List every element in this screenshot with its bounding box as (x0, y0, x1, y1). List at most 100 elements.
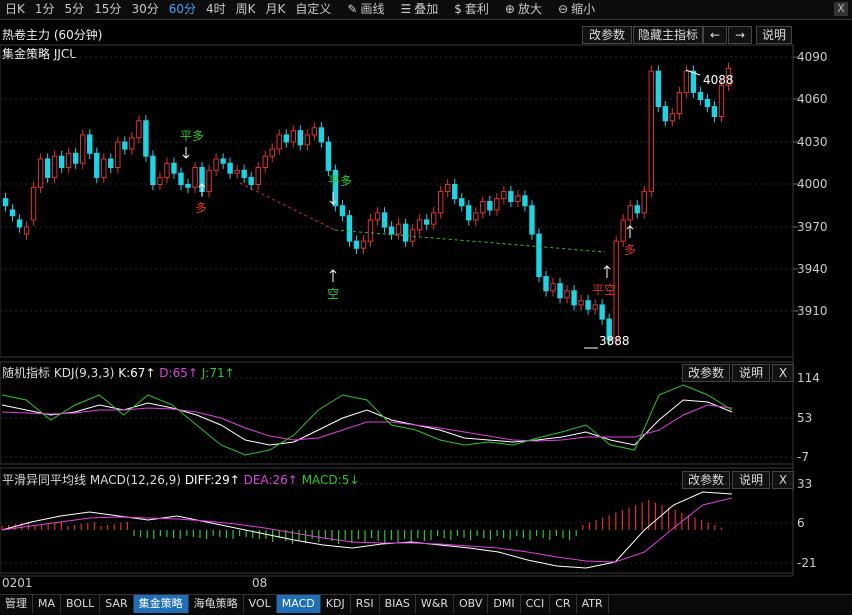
indicator-tab-2[interactable]: BOLL (61, 595, 101, 613)
kdj-title: 随机指标 (2, 366, 51, 380)
y-tick-label: 4090 (797, 50, 828, 64)
candle-body (178, 172, 184, 186)
trend-line-red (239, 182, 336, 231)
candle-body (73, 152, 79, 164)
indicator-tab-7[interactable]: MACD (276, 595, 321, 613)
kdj-j-value: J:71↑ (201, 366, 235, 380)
candle-body (515, 195, 521, 202)
candle-body (339, 205, 346, 217)
indicator-tab-15[interactable]: CR (550, 595, 577, 613)
candle-body (627, 205, 633, 221)
macd-header: 平滑异同平均线 MACD(12,26,9) DIFF:29↑ DEA:26↑ M… (2, 471, 359, 488)
indicator-tab-10[interactable]: BIAS (380, 595, 416, 613)
candle-body (480, 201, 486, 214)
candle-body (157, 176, 163, 186)
indicator-tab-11[interactable]: W&R (416, 595, 454, 613)
trend-line-green (334, 229, 606, 253)
candle-body (501, 191, 507, 200)
candle-body (143, 120, 149, 157)
candle-body (536, 233, 542, 278)
candle-body (711, 106, 718, 118)
candle-body (445, 184, 451, 193)
candle-body (522, 195, 528, 207)
candle-body (704, 99, 711, 108)
indicator-tab-0[interactable]: 管理 (0, 595, 33, 613)
time-axis-label: 0201 (2, 576, 33, 590)
candle-body (185, 184, 191, 188)
indicator-tab-4[interactable]: 集金策略 (133, 595, 189, 613)
indicator-tab-5[interactable]: 海龟策略 (189, 595, 244, 613)
candle-body (255, 167, 261, 185)
kdj-y-tick-label: 53 (797, 411, 812, 425)
trade-signal-label: 平多 (180, 129, 204, 143)
kdj-y-tick-label: 114 (797, 371, 820, 385)
candle-body (360, 240, 367, 249)
candle-body (23, 226, 30, 235)
candle-body (494, 198, 500, 211)
y-tick-label: 4000 (797, 177, 828, 191)
trade-signal-label: 多 (195, 201, 207, 215)
candle-body (262, 155, 268, 169)
indicator-tab-1[interactable]: MA (33, 595, 62, 613)
candle-body (592, 304, 598, 310)
indicator-tab-14[interactable]: CCI (521, 595, 551, 613)
candle-body (108, 158, 114, 168)
candle-body (276, 134, 282, 150)
indicator-tab-9[interactable]: RSI (351, 595, 380, 613)
candle-body (508, 191, 514, 202)
candle-body (718, 84, 725, 118)
indicator-tab-3[interactable]: SAR (100, 595, 134, 613)
candle-body (2, 198, 9, 207)
indicator-tab-6[interactable]: VOL (244, 595, 277, 613)
candle-body (220, 158, 226, 164)
indicator-tab-8[interactable]: KDJ (321, 595, 351, 613)
candle-body (395, 223, 402, 235)
candle-body (564, 290, 570, 299)
candle-body (304, 134, 311, 146)
candle-body (318, 127, 325, 143)
y-tick-label: 3940 (797, 262, 828, 276)
y-tick-label: 4060 (797, 92, 828, 106)
y-tick-label: 3970 (797, 220, 828, 234)
trade-signal-label: 平空 (592, 283, 616, 297)
candle-body (648, 70, 654, 193)
candle-body (290, 130, 296, 143)
macd-y-tick-label: 6 (797, 516, 805, 530)
candle-body (234, 169, 240, 174)
candle-body (578, 300, 584, 306)
candle-body (122, 141, 128, 150)
candle-body (164, 162, 170, 178)
kdj-d-value: D:65↑ (159, 366, 198, 380)
candle-body (311, 127, 318, 136)
candle-body (409, 229, 416, 242)
candle-body (367, 219, 374, 242)
candle-body (599, 304, 605, 320)
candle-body (171, 162, 177, 174)
y-tick-label: 3910 (797, 304, 828, 318)
candle-body (585, 300, 591, 310)
candle-body (690, 70, 697, 93)
indicator-tab-12[interactable]: OBV (454, 595, 489, 613)
candle-body (30, 186, 37, 221)
candle-body (241, 169, 247, 178)
candle-body (416, 219, 423, 231)
indicator-tab-13[interactable]: DMI (488, 595, 521, 613)
chart-canvas: 平多多 平多空 平空 多 4088 3888 4090 4060 4030 4000 3970 39… (0, 44, 828, 590)
candle-body (9, 209, 16, 217)
candle-body (683, 70, 690, 93)
candle-body (269, 148, 275, 157)
time-axis-label: 08 (252, 576, 267, 590)
indicator-tab-16[interactable]: ATR (577, 595, 609, 613)
candle-body (150, 155, 156, 186)
macd-title: 平滑异同平均线 (2, 473, 87, 487)
macd-diff-value: DIFF:29↑ (184, 473, 240, 487)
candle-body (16, 219, 23, 228)
macd-params: MACD(12,26,9) (89, 473, 181, 487)
candle-body (136, 120, 142, 139)
candle-body (297, 130, 304, 146)
kdj-k-value: K:67↑ (118, 366, 156, 380)
candle-body (248, 176, 254, 186)
candle-body (634, 205, 640, 214)
candle-body (543, 276, 549, 292)
candle-body (473, 212, 479, 221)
